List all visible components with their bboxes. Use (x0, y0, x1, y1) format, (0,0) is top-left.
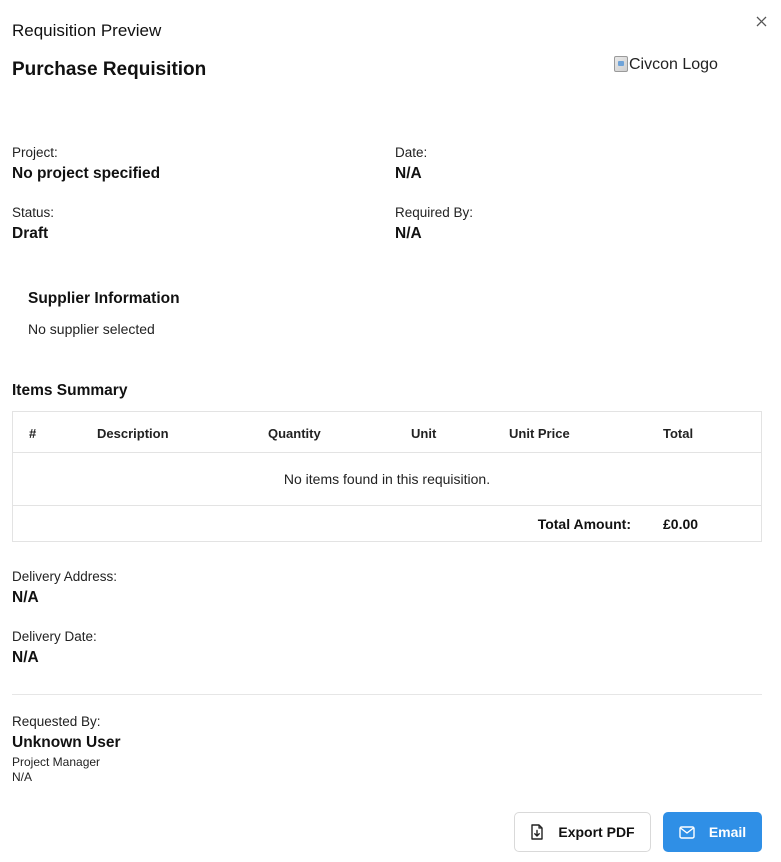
document-title: Purchase Requisition (12, 59, 207, 80)
delivery-date-label: Delivery Date: (12, 629, 97, 644)
delivery-address-field: Delivery Address: N/A (12, 569, 117, 607)
date-value: N/A (395, 165, 422, 182)
requested-by-label: Requested By: (12, 714, 101, 729)
broken-image-icon (614, 56, 628, 72)
supplier-section-title: Supplier Information (28, 290, 180, 307)
email-button[interactable]: Email (663, 812, 762, 852)
table-header: # Description Quantity Unit Unit Price T… (13, 412, 761, 453)
column-header-total: Total (663, 426, 694, 441)
export-pdf-label: Export PDF (558, 824, 635, 840)
column-header-description: Description (97, 426, 169, 441)
delivery-date-value: N/A (12, 649, 39, 666)
required-by-label: Required By: (395, 205, 474, 220)
project-label: Project: (12, 145, 58, 160)
column-header-unit: Unit (411, 426, 437, 441)
delivery-date-field: Delivery Date: N/A (12, 629, 97, 667)
file-download-icon (530, 824, 544, 840)
export-pdf-button[interactable]: Export PDF (514, 812, 651, 852)
close-icon (756, 16, 766, 26)
table-total-row: Total Amount: £0.00 (13, 506, 761, 542)
section-divider (12, 694, 762, 695)
project-field: Project: No project specified (12, 145, 160, 183)
date-field: Date: N/A (395, 145, 427, 183)
status-label: Status: (12, 205, 55, 220)
empty-message: No items found in this requisition. (283, 471, 491, 487)
email-label: Email (708, 824, 747, 840)
items-section-title: Items Summary (12, 382, 128, 399)
column-header-number: # (29, 426, 37, 441)
requester-role: Project Manager (12, 755, 101, 769)
mail-icon (679, 825, 695, 839)
required-by-field: Required By: N/A (395, 205, 473, 243)
delivery-address-label: Delivery Address: (12, 569, 118, 584)
dialog-title: Requisition Preview (12, 21, 162, 40)
total-amount-label: Total Amount: (537, 516, 631, 532)
project-value: No project specified (12, 165, 161, 182)
table-empty-row: No items found in this requisition. (13, 453, 761, 506)
column-header-unit-price: Unit Price (509, 426, 570, 441)
requester-block: Requested By: Unknown User Project Manag… (12, 714, 121, 785)
required-by-value: N/A (395, 225, 422, 242)
supplier-text: No supplier selected (28, 321, 155, 337)
requester-extra: N/A (12, 770, 33, 784)
status-value: Draft (12, 225, 49, 242)
items-table: # Description Quantity Unit Unit Price T… (12, 411, 762, 542)
status-field: Status: Draft (12, 205, 54, 243)
logo-alt-text: Civcon Logo (629, 56, 718, 73)
delivery-address-value: N/A (12, 589, 39, 606)
total-amount-value: £0.00 (663, 516, 699, 532)
date-label: Date: (395, 145, 428, 160)
company-logo: Civcon Logo (614, 56, 718, 74)
column-header-quantity: Quantity (268, 426, 321, 441)
close-button[interactable] (752, 12, 770, 30)
requester-name: Unknown User (12, 734, 121, 751)
